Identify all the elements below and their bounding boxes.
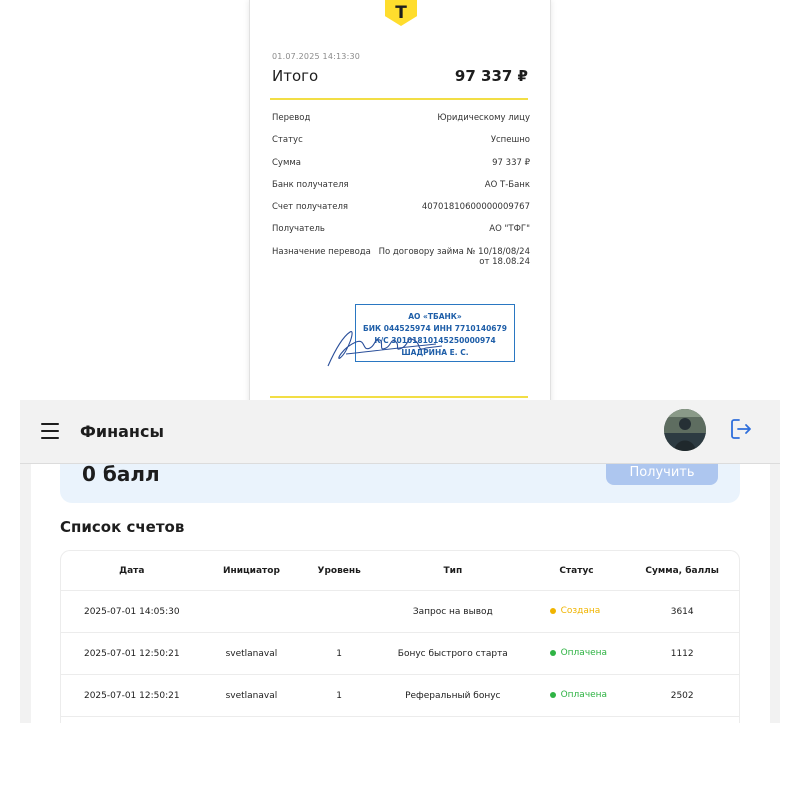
receipt-row-value: По договору займа № 10/18/08/24 от 18.08… xyxy=(379,247,530,277)
balance-value: 0 балл xyxy=(82,462,160,486)
avatar[interactable] xyxy=(664,409,706,451)
cell-type: Запрос на вывод xyxy=(412,606,493,617)
receipt-row-value: Юридическому лицу xyxy=(437,113,530,123)
cell-amount: 3614 xyxy=(670,606,694,617)
cell-level: 1 xyxy=(336,690,343,701)
cell-status: Оплачена xyxy=(528,648,626,659)
receipt-row-label: Назначение перевода xyxy=(272,246,371,257)
purpose-line-2: от 18.08.24 xyxy=(479,256,530,267)
cell-status: Создана xyxy=(528,606,626,617)
cell-type: Бонус быстрого старта xyxy=(397,648,508,659)
cell-date: 2025-07-01 14:05:30 xyxy=(83,606,180,617)
table-row[interactable]: 2025-07-01 14:05:30 Запрос на вывод Созд… xyxy=(61,591,739,633)
receipt-row-value: 97 337 ₽ xyxy=(492,157,530,168)
balance-card: 0 балл Получить xyxy=(60,460,740,503)
receipt-row: Перевод Юридическому лицу xyxy=(272,113,530,135)
receipt-row-value: АО Т-Банк xyxy=(484,179,530,190)
column-header-level[interactable]: Уровень xyxy=(300,566,378,576)
page-title: Финансы xyxy=(80,422,164,441)
receipt-row-label: Сумма xyxy=(272,157,301,168)
purpose-line-1: По договору займа № 10/18/08/24 xyxy=(378,246,530,257)
receipt-divider xyxy=(270,98,528,100)
status-text: Оплачена xyxy=(560,648,608,659)
tbank-logo-icon: Т xyxy=(385,0,417,26)
status-dot-icon xyxy=(549,608,556,615)
table-header: Дата Инициатор Уровень Тип Статус Сумма,… xyxy=(61,551,739,591)
cell-type: Реферальный бонус xyxy=(405,690,501,701)
receipt-row-label: Перевод xyxy=(272,113,311,123)
receipt-row-label: Счет получателя xyxy=(272,202,349,213)
receipt-row-value: 40701810600000009767 xyxy=(421,202,530,213)
receipt-row: Статус Успешно xyxy=(272,135,530,157)
column-header-initiator[interactable]: Инициатор xyxy=(203,566,301,576)
cell-initiator: svetlanaval xyxy=(225,648,278,659)
receipt-row-value: Успешно xyxy=(490,135,530,146)
receipt-divider xyxy=(270,396,528,398)
table-row[interactable]: 2025-07-01 12:50:21 svetlanaval 1 Рефера… xyxy=(61,675,739,717)
receipt-row: Назначение перевода По договору займа № … xyxy=(272,247,530,277)
column-header-amount[interactable]: Сумма, баллы xyxy=(625,566,739,576)
signature xyxy=(327,331,443,367)
logout-icon[interactable] xyxy=(729,417,753,441)
receipt-row-label: Банк получателя xyxy=(272,179,349,190)
column-header-status[interactable]: Статус xyxy=(528,566,626,576)
invoices-table: Дата Инициатор Уровень Тип Статус Сумма,… xyxy=(60,550,740,723)
cell-date: 2025-07-01 12:50:21 xyxy=(83,648,180,659)
receipt-date: 01.07.2025 14:13:30 xyxy=(272,52,361,61)
cell-amount: 1112 xyxy=(670,648,694,659)
invoices-list-title: Список счетов xyxy=(60,518,185,536)
top-bar: Финансы xyxy=(20,400,780,464)
cell-amount: 2502 xyxy=(670,690,694,701)
cell-initiator: svetlanaval xyxy=(225,690,278,701)
receipt-row-label: Получатель xyxy=(272,224,325,235)
receipt-row: Получатель АО "ТФГ" xyxy=(272,224,530,246)
cell-status: Оплачена xyxy=(528,690,626,701)
receipt-total-label: Итого xyxy=(272,67,319,85)
status-dot-icon xyxy=(549,650,556,657)
status-text: Создана xyxy=(560,606,601,617)
receipt-row: Сумма 97 337 ₽ xyxy=(272,158,530,180)
receipt-row: Банк получателя АО Т-Банк xyxy=(272,180,530,202)
receipt-row-value: АО "ТФГ" xyxy=(489,224,530,235)
hamburger-menu-icon[interactable] xyxy=(41,423,59,439)
status-text: Оплачена xyxy=(560,690,608,701)
avatar-photo-icon xyxy=(664,409,706,451)
payment-receipt: Т 01.07.2025 14:13:30 Итого 97 337 ₽ Пер… xyxy=(249,0,551,410)
table-row[interactable]: 2025-07-01 12:50:21 svetlanaval 1 Бонус … xyxy=(61,633,739,675)
status-dot-icon xyxy=(549,692,556,699)
column-header-date[interactable]: Дата xyxy=(61,566,203,576)
cell-level: 1 xyxy=(336,648,343,659)
receipt-row: Счет получателя 40701810600000009767 xyxy=(272,202,530,224)
column-header-type[interactable]: Тип xyxy=(378,566,528,576)
receipt-row-label: Статус xyxy=(272,135,303,146)
receipt-total-amount: 97 337 ₽ xyxy=(454,67,528,85)
receipt-details: Перевод Юридическому лицу Статус Успешно… xyxy=(272,113,530,277)
cell-date: 2025-07-01 12:50:21 xyxy=(83,690,180,701)
